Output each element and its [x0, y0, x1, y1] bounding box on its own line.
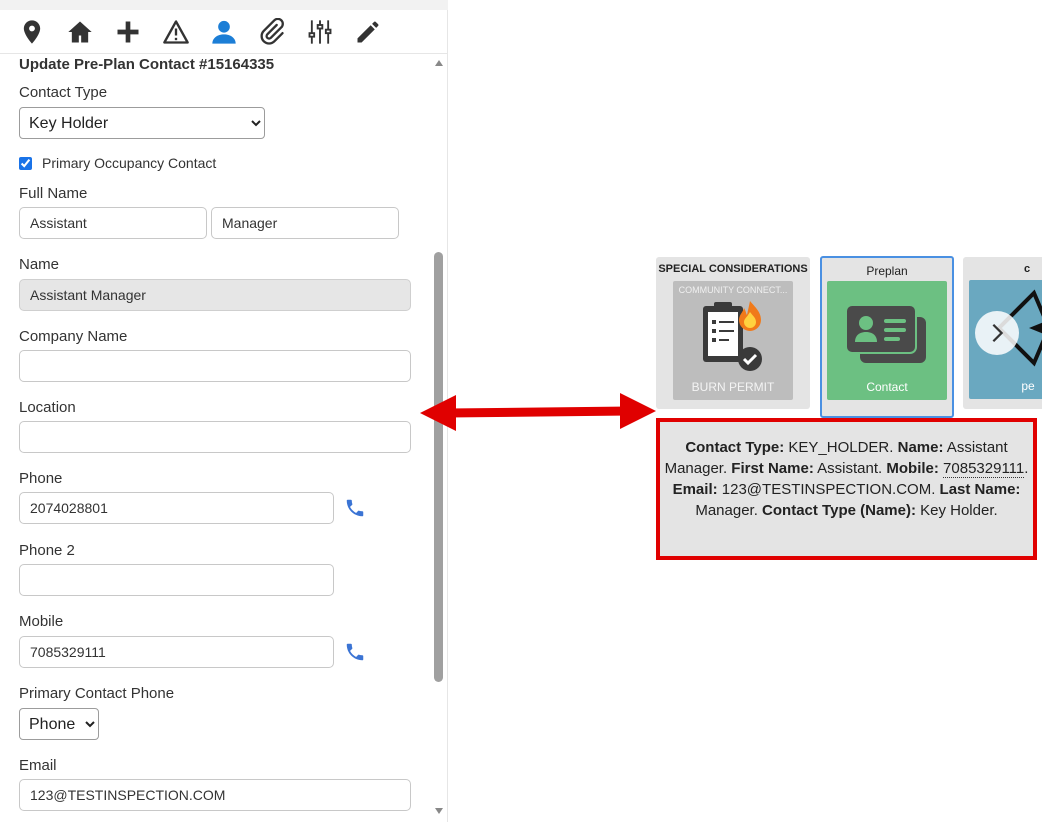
sliders-icon[interactable]	[296, 12, 344, 52]
location-field[interactable]	[19, 421, 411, 453]
scroll-down-arrow-icon[interactable]	[434, 806, 444, 816]
form-title: Update Pre-Plan Contact #15164335	[19, 56, 275, 73]
form-scroll-area: Update Pre-Plan Contact #15164335 Contac…	[0, 54, 430, 822]
tile-subtitle: COMMUNITY CONNECT...	[678, 285, 788, 295]
toolbar	[0, 10, 448, 54]
left-panel: Update Pre-Plan Contact #15164335 Contac…	[0, 0, 448, 822]
tile-label-contact: Contact	[866, 380, 908, 394]
scroll-up-arrow-icon[interactable]	[434, 58, 444, 68]
third-tile-label: pe	[1021, 379, 1035, 393]
mobile-call-icon[interactable]	[344, 641, 366, 663]
tt-contact-type-name-key: Contact Type (Name):	[762, 502, 916, 519]
company-name-field[interactable]	[19, 350, 411, 382]
tt-contact-type-name-val: Key Holder.	[915, 502, 998, 519]
chevron-right-icon	[992, 323, 1004, 343]
third-card[interactable]: c pe	[963, 257, 1042, 409]
preplan-title: Preplan	[866, 264, 908, 278]
primary-contact-phone-label: Primary Contact Phone	[19, 685, 175, 702]
tt-mobile-key: Mobile:	[886, 460, 939, 477]
top-strip	[0, 0, 448, 10]
full-name-label: Full Name	[19, 185, 88, 202]
mobile-field[interactable]	[19, 636, 334, 668]
tt-mobile-link[interactable]: 7085329111	[943, 460, 1025, 478]
primary-occupancy-checkbox[interactable]	[19, 156, 32, 170]
contact-tile[interactable]: Contact	[827, 281, 947, 400]
tt-last-name-key: Last Name:	[939, 481, 1021, 498]
tt-contact-type-key: Contact Type:	[685, 439, 785, 456]
phone-field[interactable]	[19, 492, 334, 524]
annotation-double-arrow	[420, 393, 656, 431]
contact-card-icon	[846, 305, 926, 363]
tt-email-key: Email:	[672, 481, 718, 498]
tt-last-name-val: Manager.	[695, 502, 758, 519]
primary-occupancy-label: Primary Occupancy Contact	[42, 155, 217, 171]
third-card-title: c	[1023, 263, 1031, 275]
pencil-icon[interactable]	[344, 12, 392, 52]
scrollbar-thumb[interactable]	[434, 252, 443, 682]
tile-label-burn-permit: BURN PERMIT	[691, 380, 775, 394]
warning-icon[interactable]	[152, 12, 200, 52]
primary-occupancy-row[interactable]: Primary Occupancy Contact	[19, 155, 216, 171]
contact-tooltip: Contact Type: KEY_HOLDER. Name: Assistan…	[656, 418, 1037, 560]
tt-first-name-key: First Name:	[731, 460, 814, 477]
person-icon[interactable]	[200, 12, 248, 52]
tt-contact-type-val: KEY_HOLDER.	[784, 439, 894, 456]
name-field	[19, 279, 411, 311]
name-label: Name	[19, 256, 60, 273]
phone-label: Phone	[19, 470, 63, 487]
phone2-field[interactable]	[19, 564, 334, 596]
stage: Update Pre-Plan Contact #15164335 Contac…	[0, 0, 1042, 822]
location-pin-icon[interactable]	[8, 12, 56, 52]
first-name-field[interactable]	[19, 207, 207, 239]
phone-call-icon[interactable]	[344, 497, 366, 519]
location-label: Location	[19, 399, 76, 416]
tt-name-key: Name:	[897, 439, 944, 456]
form-scrollbar[interactable]	[430, 54, 448, 822]
email-field[interactable]	[19, 779, 411, 811]
company-name-label: Company Name	[19, 328, 128, 345]
clipboard-fire-icon	[703, 301, 762, 371]
special-considerations-title: SPECIAL CONSIDERATIONS	[658, 263, 808, 275]
plus-icon[interactable]	[104, 12, 152, 52]
phone2-label: Phone 2	[19, 542, 75, 559]
paperclip-icon[interactable]	[248, 12, 296, 52]
special-considerations-card[interactable]: SPECIAL CONSIDERATIONS COMMUNITY CONNECT…	[656, 257, 810, 409]
mobile-label: Mobile	[19, 613, 64, 630]
burn-permit-tile[interactable]: COMMUNITY CONNECT... BURN PERMIT	[673, 281, 793, 400]
tooltip-text: Contact Type: KEY_HOLDER. Name: Assistan…	[664, 439, 1029, 519]
preplan-card[interactable]: Preplan Contact	[820, 256, 954, 418]
last-name-field[interactable]	[211, 207, 399, 239]
tt-email-val: 123@TESTINSPECTION.COM.	[717, 481, 936, 498]
home-icon[interactable]	[56, 12, 104, 52]
primary-contact-phone-select[interactable]: Phone	[19, 708, 99, 740]
contact-type-label: Contact Type	[19, 84, 108, 101]
contact-type-select[interactable]: Key Holder	[19, 107, 265, 139]
carousel-next-button[interactable]	[975, 311, 1019, 355]
email-label: Email	[19, 757, 57, 774]
tt-first-name-val: Assistant.	[813, 460, 883, 477]
